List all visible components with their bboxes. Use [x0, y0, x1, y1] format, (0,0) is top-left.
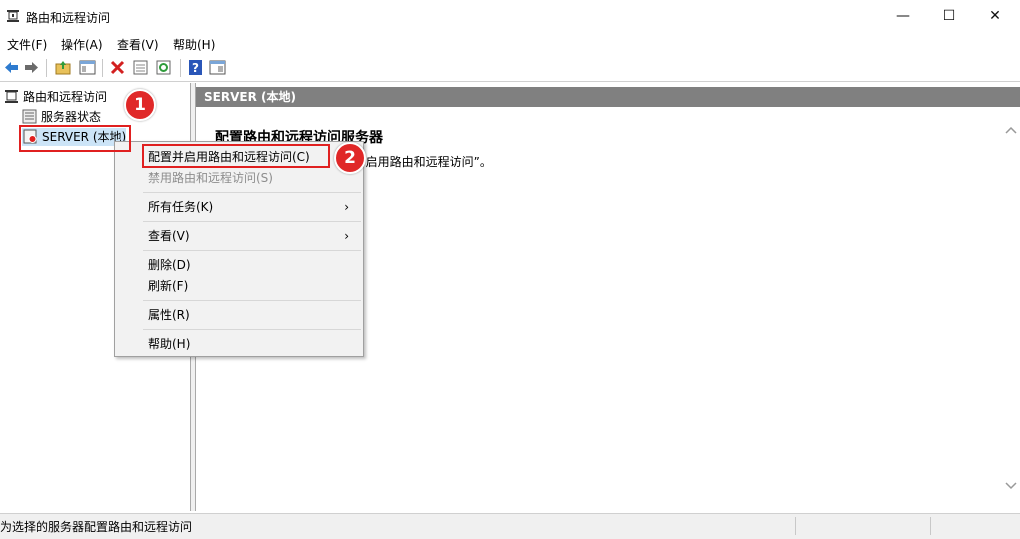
forward-arrow-icon[interactable]	[23, 59, 40, 76]
status-text: 为选择的服务器配置路由和远程访问	[0, 520, 193, 534]
close-button[interactable]: ✕	[972, 0, 1018, 32]
minimize-button[interactable]: —	[880, 0, 926, 32]
submenu-arrow-icon: ›	[344, 229, 349, 243]
routing-root-icon	[5, 90, 18, 103]
console-pane-icon[interactable]	[209, 59, 226, 76]
ctx-view-label: 查看(V)	[148, 229, 190, 243]
scroll-down-icon[interactable]	[1003, 481, 1019, 491]
tree-server-status-label: 服务器状态	[41, 110, 102, 124]
scroll-up-icon[interactable]	[1003, 125, 1019, 135]
menu-separator	[143, 250, 361, 251]
ctx-help[interactable]: 帮助(H)	[148, 334, 190, 354]
up-folder-icon[interactable]	[55, 59, 72, 76]
maximize-button[interactable]: ☐	[926, 0, 972, 32]
ctx-view[interactable]: 查看(V) ›	[148, 226, 358, 246]
status-divider	[930, 517, 931, 535]
step-badge-1: 1	[124, 89, 156, 121]
toolbar-separator	[180, 59, 181, 77]
server-status-icon	[22, 109, 37, 124]
ctx-delete[interactable]: 删除(D)	[148, 255, 191, 275]
menu-file[interactable]: 文件(F)	[7, 36, 47, 53]
result-pane-header-text: SERVER (本地)	[204, 90, 296, 104]
ctx-all-tasks[interactable]: 所有任务(K) ›	[148, 197, 358, 217]
ctx-properties[interactable]: 属性(R)	[148, 305, 190, 325]
submenu-arrow-icon: ›	[344, 200, 349, 214]
back-arrow-icon[interactable]	[3, 59, 20, 76]
svg-text:?: ?	[192, 61, 199, 75]
refresh-icon[interactable]	[155, 59, 172, 76]
menu-action[interactable]: 操作(A)	[61, 36, 103, 53]
properties-icon[interactable]	[132, 59, 149, 76]
menu-separator	[143, 192, 361, 193]
toolbar-separator	[46, 59, 47, 77]
context-menu: 配置并启用路由和远程访问(C) 禁用路由和远程访问(S) 所有任务(K) › 查…	[114, 141, 364, 357]
menu-bar: 文件(F) 操作(A) 查看(V) 帮助(H)	[0, 33, 1020, 55]
toolbar-separator	[102, 59, 103, 77]
window-title: 路由和远程访问	[26, 11, 111, 25]
menu-separator	[143, 300, 361, 301]
step-badge-2: 2	[334, 142, 366, 174]
menu-separator	[143, 329, 361, 330]
routing-app-icon	[7, 10, 19, 22]
tree-root-label: 路由和远程访问	[23, 90, 108, 104]
highlight-box-server	[19, 125, 131, 152]
ctx-disable[interactable]: 禁用路由和远程访问(S)	[148, 168, 273, 188]
vertical-scrollbar[interactable]	[1003, 117, 1019, 509]
title-bar: 路由和远程访问 — ☐ ✕	[0, 0, 1020, 33]
menu-help[interactable]: 帮助(H)	[173, 36, 215, 53]
help-icon[interactable]: ?	[187, 59, 204, 76]
menu-separator	[143, 221, 361, 222]
show-hide-tree-icon[interactable]	[79, 59, 96, 76]
ctx-refresh[interactable]: 刷新(F)	[148, 276, 188, 296]
toolbar: ?	[0, 55, 1020, 82]
delete-icon[interactable]	[109, 59, 126, 76]
highlight-box-configure	[142, 144, 330, 168]
status-bar: 为选择的服务器配置路由和远程访问	[0, 513, 1020, 539]
status-divider	[795, 517, 796, 535]
ctx-all-tasks-label: 所有任务(K)	[148, 200, 214, 214]
result-pane-header: SERVER (本地)	[196, 87, 1020, 107]
menu-view[interactable]: 查看(V)	[117, 36, 159, 53]
